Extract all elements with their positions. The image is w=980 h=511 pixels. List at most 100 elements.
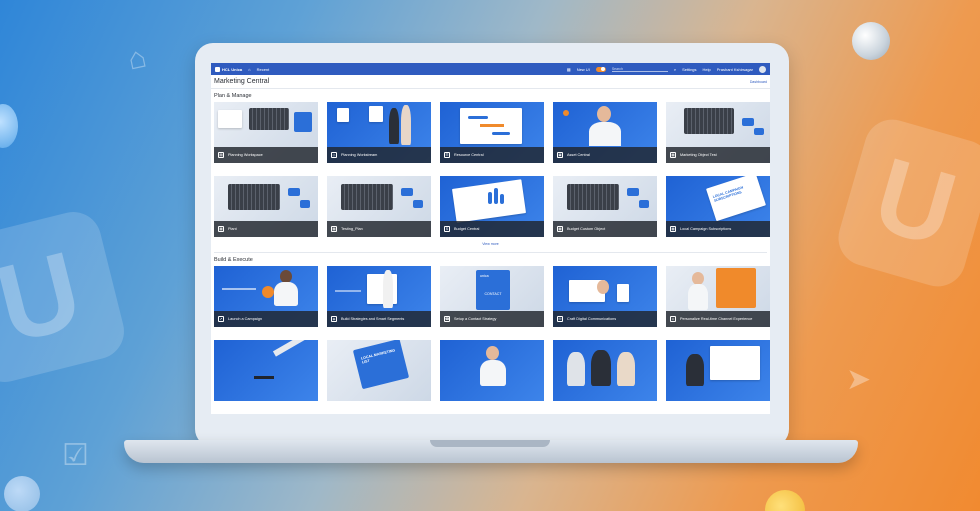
- chart-bar: [500, 194, 504, 204]
- background-unica-logo: U: [0, 206, 130, 388]
- robot-arm-image: [272, 340, 308, 357]
- signal-line: [222, 288, 256, 290]
- tile-label: Planning Workspace: [228, 152, 263, 157]
- tile-launch-campaign[interactable]: ➚ Launch a Campaign: [214, 266, 318, 327]
- tile-testing-plan[interactable]: ▦ Testing_Plan: [327, 176, 431, 237]
- app-header: HCL Unica ⌂ Recent ▦ New UI Search ⌕ Set…: [211, 63, 770, 75]
- tile-marketing-object-test[interactable]: ▦ Marketing Object Test: [666, 102, 770, 163]
- chart-bar: [494, 188, 498, 204]
- person-image: [591, 350, 611, 386]
- launch-icon: ➚: [218, 316, 224, 322]
- workstream-icon: ◇: [331, 152, 337, 158]
- section-title-plan-manage: Plan & Manage: [214, 93, 252, 99]
- tag-image: [742, 118, 754, 126]
- connector-line: [335, 290, 361, 292]
- decorative-sphere: [852, 22, 890, 60]
- tile-label: Budget Central: [454, 226, 480, 231]
- tag-image: [754, 128, 764, 135]
- tile-preview[interactable]: LOCAL MARKETING LIST: [327, 340, 431, 401]
- shadow-shape: [254, 376, 274, 379]
- home-icon[interactable]: ⌂: [248, 67, 250, 72]
- nav-recent[interactable]: Recent: [257, 67, 270, 72]
- tile-caption: ▦ Testing_Plan: [327, 221, 431, 237]
- brand-name: HCL Unica: [222, 66, 243, 72]
- help-menu[interactable]: Help: [703, 67, 711, 72]
- tile-caption: ▦ Budget Custom Object: [553, 221, 657, 237]
- brand-icon: [215, 66, 220, 72]
- gantt-bar: [492, 132, 510, 135]
- tile-plant[interactable]: ▦ Plant: [214, 176, 318, 237]
- chart-paper-image: [369, 106, 383, 122]
- unica-badge: unica: [480, 274, 489, 278]
- decorative-sphere: [0, 104, 18, 148]
- gantt-bar: [480, 124, 504, 127]
- resource-icon: ☰: [444, 152, 450, 158]
- notebook-image: [218, 110, 242, 128]
- grid-icon: ▦: [670, 152, 676, 158]
- view-more-link[interactable]: View more: [211, 242, 770, 252]
- build-execute-grid: ➚ Launch a Campaign ◈ Build Strategies a…: [211, 266, 770, 414]
- tile-preview[interactable]: [666, 340, 770, 401]
- user-name[interactable]: Prashant Kshirsagar: [717, 67, 753, 72]
- person-image: [686, 354, 704, 386]
- tile-preview[interactable]: [214, 340, 318, 401]
- tile-resource-central[interactable]: ☰ Resource Central: [440, 102, 544, 163]
- plan-manage-grid: ▤ Planning Workspace ◇ Planning Workstre…: [211, 102, 770, 250]
- tile-label: Planning Workstream: [341, 152, 378, 157]
- tile-caption: ▣ Asset Central: [553, 147, 657, 163]
- avatar[interactable]: [759, 65, 766, 73]
- segments-icon: ◈: [331, 316, 337, 322]
- tile-planning-workspace[interactable]: ▤ Planning Workspace: [214, 102, 318, 163]
- tile-label: Asset Central: [567, 152, 590, 157]
- tile-build-strategies[interactable]: ◈ Build Strategies and Smart Segments: [327, 266, 431, 327]
- tile-label: Launch a Campaign: [228, 316, 262, 321]
- tile-preview[interactable]: [553, 340, 657, 401]
- tile-preview[interactable]: [440, 340, 544, 401]
- grid-icon: ▦: [331, 226, 337, 232]
- tile-label: Craft Digital Communications: [567, 316, 617, 321]
- tile-budget-central[interactable]: $ Budget Central: [440, 176, 544, 237]
- keyboard-image: [341, 184, 393, 210]
- tile-local-campaign-subscriptions[interactable]: LOCAL CAMPAIGN SUBSCRIPTIONS ▦ Local Cam…: [666, 176, 770, 237]
- tile-personalize-channel[interactable]: ☺ Personalize Real-time Channel Experien…: [666, 266, 770, 327]
- grid-icon: ▦: [670, 226, 676, 232]
- tile-label: Plant: [228, 226, 237, 231]
- tag-image: [401, 188, 413, 196]
- tile-caption: ◇ Planning Workstream: [327, 147, 431, 163]
- chart-bar: [488, 192, 492, 204]
- display-board-image: [716, 268, 756, 308]
- brand-logo[interactable]: HCL Unica: [215, 66, 243, 72]
- person-face-image: [597, 106, 611, 122]
- settings-menu[interactable]: Settings: [682, 67, 696, 72]
- background-unica-logo: U: [831, 112, 980, 294]
- orange-dot: [563, 110, 569, 116]
- decorative-sphere: [765, 490, 805, 511]
- search-icon[interactable]: ⌕: [674, 67, 676, 72]
- tile-caption: ▤ Planning Workspace: [214, 147, 318, 163]
- tile-digital-communications[interactable]: ✉ Craft Digital Communications: [553, 266, 657, 327]
- tile-label: Local Campaign Subscriptions: [680, 226, 732, 231]
- tile-budget-custom-object[interactable]: ▦ Budget Custom Object: [553, 176, 657, 237]
- asset-icon: ▣: [557, 152, 563, 158]
- tile-asset-central[interactable]: ▣ Asset Central: [553, 102, 657, 163]
- phone-image: [617, 284, 629, 302]
- decorative-sphere: [4, 476, 40, 511]
- tag-image: [413, 200, 423, 208]
- person-image: [567, 352, 585, 386]
- dashboard-link[interactable]: Dashboard: [750, 80, 767, 84]
- tile-contact-strategy[interactable]: CONTACT unica ☎ Setup a Contact Strategy: [440, 266, 544, 327]
- keyboard-image: [228, 184, 280, 210]
- person-face-image: [486, 346, 499, 360]
- tile-planning-workstream[interactable]: ◇ Planning Workstream: [327, 102, 431, 163]
- app-screen: HCL Unica ⌂ Recent ▦ New UI Search ⌕ Set…: [211, 63, 770, 414]
- communications-icon: ✉: [557, 316, 563, 322]
- grid-icon: ▦: [218, 226, 224, 232]
- tile-caption: ▦ Local Campaign Subscriptions: [666, 221, 770, 237]
- search-input[interactable]: Search: [611, 66, 668, 72]
- tile-label: Marketing Object Test: [680, 152, 717, 157]
- tile-caption: ▦ Plant: [214, 221, 318, 237]
- tile-label: Setup a Contact Strategy: [454, 316, 497, 321]
- grid-icon: ▦: [557, 226, 563, 232]
- new-ui-toggle[interactable]: [595, 66, 606, 72]
- grid-menu-icon[interactable]: ▦: [567, 67, 571, 72]
